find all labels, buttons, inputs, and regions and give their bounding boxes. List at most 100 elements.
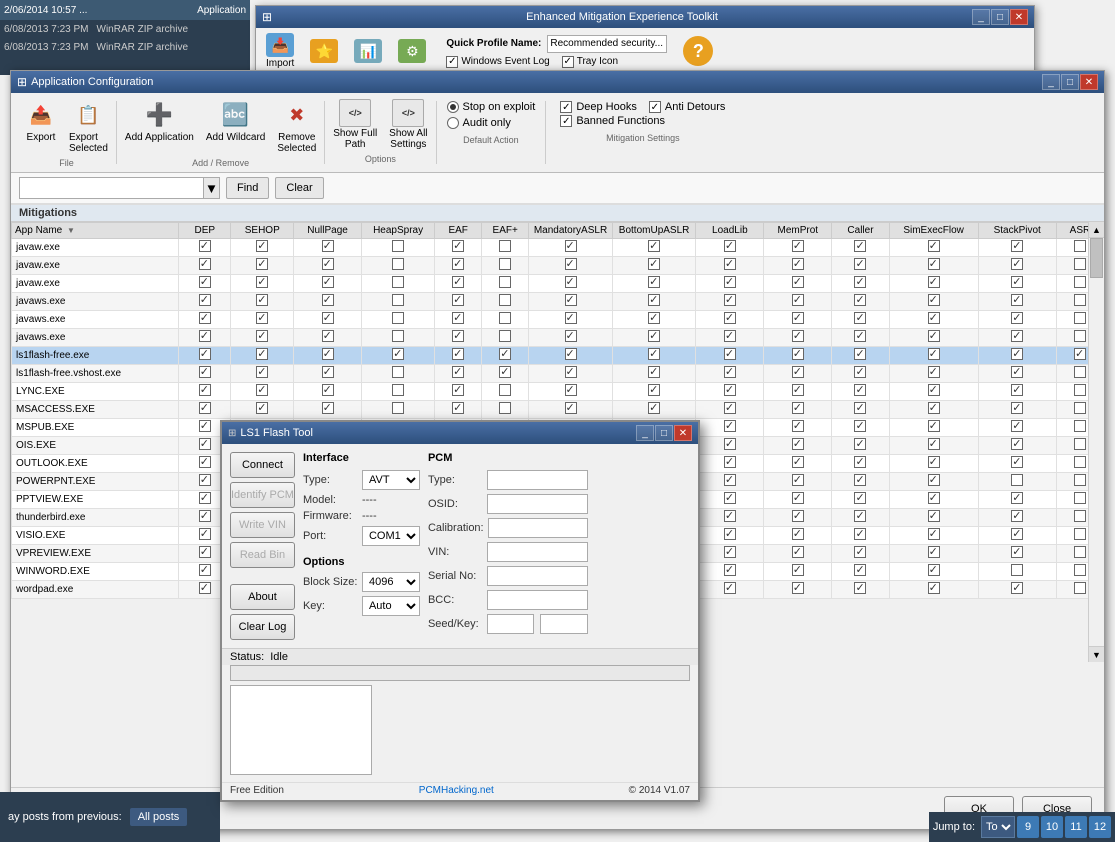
checkbox-stackpivot[interactable]	[1011, 294, 1023, 306]
checkbox-eafplus[interactable]	[499, 294, 511, 306]
cell-memprot[interactable]	[764, 437, 832, 455]
cell-loadlib[interactable]	[696, 563, 764, 581]
checkbox-caller[interactable]	[854, 564, 866, 576]
checkbox-bottomup_aslr[interactable]	[648, 348, 660, 360]
cell-stackpivot[interactable]	[978, 275, 1056, 293]
checkbox-sehop[interactable]	[256, 240, 268, 252]
cell-loadlib[interactable]	[696, 419, 764, 437]
emet-toolbar-item4[interactable]: ⚙	[394, 37, 430, 65]
checkbox-mandatory_aslr[interactable]	[565, 330, 577, 342]
checkbox-heapspray[interactable]	[392, 240, 404, 252]
checkbox-asr[interactable]	[1074, 258, 1086, 270]
cell-bottomup_aslr[interactable]	[612, 383, 696, 401]
checkbox-dep[interactable]	[199, 276, 211, 288]
cell-dep[interactable]	[179, 293, 231, 311]
scroll-down-btn[interactable]: ▼	[1089, 646, 1104, 662]
cell-heapspray[interactable]	[362, 347, 435, 365]
checkbox-caller[interactable]	[854, 474, 866, 486]
cell-bottomup_aslr[interactable]	[612, 329, 696, 347]
cell-simexecflow[interactable]	[889, 293, 978, 311]
checkbox-memprot[interactable]	[792, 510, 804, 522]
checkbox-nullpage[interactable]	[322, 312, 334, 324]
checkbox-memprot[interactable]	[792, 456, 804, 468]
cell-simexecflow[interactable]	[889, 383, 978, 401]
cell-memprot[interactable]	[764, 509, 832, 527]
read-bin-btn[interactable]: Read Bin	[230, 542, 295, 568]
cell-mandatory_aslr[interactable]	[529, 329, 613, 347]
cell-nullpage[interactable]	[294, 275, 362, 293]
jump-to-select[interactable]: To	[981, 816, 1015, 838]
checkbox-asr[interactable]	[1074, 420, 1086, 432]
checkbox-memprot[interactable]	[792, 294, 804, 306]
show-full-path-btn[interactable]: </> Show FullPath	[327, 97, 383, 152]
checkbox-asr[interactable]	[1074, 348, 1086, 360]
key-select[interactable]: Auto	[362, 596, 420, 616]
cell-heapspray[interactable]	[362, 275, 435, 293]
table-row[interactable]: javaws.exe	[12, 329, 1104, 347]
footer-link[interactable]: PCMHacking.net	[419, 785, 494, 796]
checkbox-nullpage[interactable]	[322, 240, 334, 252]
col-header-stackpivot[interactable]: StackPivot	[978, 223, 1056, 239]
cell-bottomup_aslr[interactable]	[612, 239, 696, 257]
checkbox-simexecflow[interactable]	[928, 312, 940, 324]
remove-selected-btn[interactable]: ✖ RemoveSelected	[271, 97, 322, 156]
checkbox-sehop[interactable]	[256, 330, 268, 342]
checkbox-dep[interactable]	[199, 528, 211, 540]
checkbox-bottomup_aslr[interactable]	[648, 330, 660, 342]
search-dropdown-btn[interactable]: ▼	[204, 177, 220, 199]
checkbox-asr[interactable]	[1074, 438, 1086, 450]
checkbox-mandatory_aslr[interactable]	[565, 294, 577, 306]
cell-loadlib[interactable]	[696, 491, 764, 509]
checkbox-caller[interactable]	[854, 240, 866, 252]
cell-eafplus[interactable]	[482, 401, 529, 419]
checkbox-caller[interactable]	[854, 294, 866, 306]
checkbox-caller[interactable]	[854, 312, 866, 324]
checkbox-stackpivot[interactable]	[1011, 546, 1023, 558]
checkbox-loadlib[interactable]	[724, 546, 736, 558]
checkbox-eafplus[interactable]	[499, 258, 511, 270]
checkbox-asr[interactable]	[1074, 564, 1086, 576]
cell-loadlib[interactable]	[696, 257, 764, 275]
checkbox-stackpivot[interactable]	[1011, 474, 1023, 486]
checkbox-asr[interactable]	[1074, 276, 1086, 288]
checkbox-heapspray[interactable]	[392, 294, 404, 306]
checkbox-stackpivot[interactable]	[1011, 528, 1023, 540]
col-header-loadlib[interactable]: LoadLib	[696, 223, 764, 239]
cell-memprot[interactable]	[764, 563, 832, 581]
cell-memprot[interactable]	[764, 239, 832, 257]
cell-loadlib[interactable]	[696, 365, 764, 383]
checkbox-caller[interactable]	[854, 384, 866, 396]
cell-mandatory_aslr[interactable]	[529, 401, 613, 419]
cell-memprot[interactable]	[764, 383, 832, 401]
cell-dep[interactable]	[179, 257, 231, 275]
cell-memprot[interactable]	[764, 473, 832, 491]
cell-simexecflow[interactable]	[889, 581, 978, 599]
checkbox-simexecflow[interactable]	[928, 366, 940, 378]
cell-stackpivot[interactable]	[978, 527, 1056, 545]
checkbox-caller[interactable]	[854, 420, 866, 432]
checkbox-dep[interactable]	[199, 474, 211, 486]
app-config-close-btn[interactable]: ✕	[1080, 74, 1098, 90]
checkbox-caller[interactable]	[854, 276, 866, 288]
checkbox-heapspray[interactable]	[392, 402, 404, 414]
pcm-serial-input[interactable]	[487, 566, 588, 586]
cell-simexecflow[interactable]	[889, 401, 978, 419]
checkbox-simexecflow[interactable]	[928, 276, 940, 288]
cell-loadlib[interactable]	[696, 275, 764, 293]
checkbox-stackpivot[interactable]	[1011, 564, 1023, 576]
checkbox-eaf[interactable]	[452, 366, 464, 378]
cell-simexecflow[interactable]	[889, 347, 978, 365]
emet-minimize-btn[interactable]: _	[972, 9, 990, 25]
cell-simexecflow[interactable]	[889, 527, 978, 545]
scrollbar[interactable]: ▲ ▼	[1088, 222, 1104, 662]
col-header-eafplus[interactable]: EAF+	[482, 223, 529, 239]
cell-stackpivot[interactable]	[978, 473, 1056, 491]
cell-eafplus[interactable]	[482, 347, 529, 365]
checkbox-dep[interactable]	[199, 312, 211, 324]
checkbox-sehop[interactable]	[256, 294, 268, 306]
checkbox-stackpivot[interactable]	[1011, 384, 1023, 396]
cell-simexecflow[interactable]	[889, 365, 978, 383]
cell-dep[interactable]	[179, 275, 231, 293]
cell-dep[interactable]	[179, 311, 231, 329]
cell-simexecflow[interactable]	[889, 455, 978, 473]
